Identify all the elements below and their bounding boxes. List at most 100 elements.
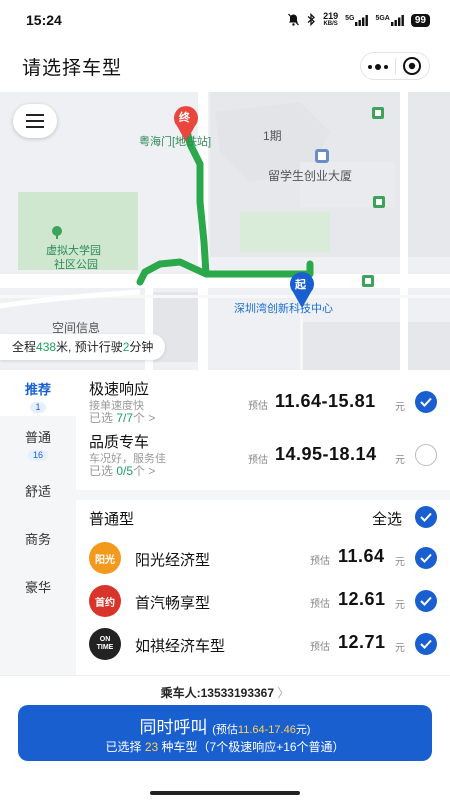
check-icon bbox=[420, 639, 432, 649]
sub-car-name: 首汽畅享型 bbox=[135, 595, 211, 612]
price-unit: 元 bbox=[395, 402, 405, 413]
signal-bars-icon bbox=[390, 14, 404, 26]
net-speed-value: 219 bbox=[323, 11, 339, 21]
select-all-label[interactable]: 全选 bbox=[372, 508, 402, 529]
net-speed-unit: KB/S bbox=[323, 21, 338, 27]
sub-car-price: 12.61 bbox=[338, 589, 386, 609]
section-divider bbox=[76, 490, 450, 500]
checkbox-checked[interactable] bbox=[415, 633, 437, 655]
sub-car-price: 12.71 bbox=[338, 632, 386, 652]
bus-icon bbox=[373, 195, 385, 213]
map-label-building: 留学生创业大厦 bbox=[268, 169, 353, 183]
route-info-suffix: 分钟 bbox=[129, 340, 154, 354]
check-icon bbox=[420, 553, 432, 563]
nav-item-comfort[interactable]: 舒适 bbox=[0, 481, 76, 500]
passenger-phone: 13533193367 bbox=[200, 686, 275, 700]
check-icon bbox=[420, 397, 432, 407]
check-icon bbox=[420, 512, 432, 522]
call-button-line1: 同时呼叫 (预估11.64-17.46元) bbox=[18, 713, 432, 738]
sub-car-price: 11.64 bbox=[338, 546, 385, 566]
nav-item-recommend[interactable]: 推荐 1 bbox=[0, 370, 76, 416]
price-unit: 元 bbox=[395, 643, 405, 654]
passenger-label: 乘车人: bbox=[160, 686, 201, 700]
call-est-suffix: 元) bbox=[295, 724, 311, 736]
map-menu-button[interactable] bbox=[13, 104, 57, 138]
passenger-selector[interactable]: 乘车人:13533193367 〉 bbox=[0, 684, 450, 701]
est-label: 预估 bbox=[310, 642, 330, 653]
selected-type-count: 23 bbox=[144, 740, 159, 754]
call-est-range: 11.64-17.46 bbox=[237, 724, 296, 736]
car-selected-count[interactable]: 已选 7/7个 > bbox=[89, 409, 155, 426]
status-time: 15:24 bbox=[26, 12, 62, 28]
call-label: 同时呼叫 bbox=[139, 718, 208, 737]
car-selected-count[interactable]: 已选 0/5个 > bbox=[89, 462, 155, 479]
menu-icon bbox=[26, 114, 44, 128]
checkbox-checked[interactable] bbox=[415, 547, 437, 569]
est-label: 预估 bbox=[310, 556, 330, 567]
route-distance: 438 bbox=[36, 340, 57, 354]
selected-prefix: 已选择 bbox=[105, 740, 142, 754]
car-name: 品质专车 bbox=[89, 434, 150, 451]
price-unit: 元 bbox=[395, 557, 405, 568]
group-title-normal: 普通型 bbox=[89, 511, 135, 528]
selected-count-value: 0/5 bbox=[116, 464, 134, 478]
brand-logo-ontime: ON TIME bbox=[89, 628, 121, 660]
selected-suffix: 个 > bbox=[133, 464, 156, 478]
nav-item-normal[interactable]: 普通 16 bbox=[0, 427, 76, 461]
call-car-button[interactable]: 同时呼叫 (预估11.64-17.46元) 已选择 23 种车型（7个极速响应+… bbox=[18, 705, 432, 761]
signal2-label: 5GA bbox=[375, 14, 390, 22]
check-icon bbox=[420, 596, 432, 606]
price-unit: 元 bbox=[395, 455, 405, 466]
brand-logo-shouyue: 首约 bbox=[89, 585, 121, 617]
battery-indicator: 99 bbox=[410, 13, 430, 27]
route-map[interactable]: 终 起 粤海门[地铁站] 1期 留学生创业大厦 虚拟大学园 社区公园 空间信息 … bbox=[0, 92, 450, 370]
target-close-icon bbox=[403, 57, 422, 75]
home-indicator[interactable] bbox=[150, 791, 300, 795]
sub-car-name: 阳光经济型 bbox=[135, 552, 211, 569]
nav-item-luxury[interactable]: 豪华 bbox=[0, 577, 76, 596]
mini-program-capsule bbox=[360, 52, 430, 80]
nav-count-recommend: 1 bbox=[30, 402, 46, 413]
est-label: 预估 bbox=[310, 599, 330, 610]
checkbox-checked[interactable] bbox=[415, 590, 437, 612]
map-label-tech-center: 深圳湾创新科技中心 bbox=[234, 303, 333, 315]
nav-label-normal: 普通 bbox=[24, 430, 51, 445]
more-options-button[interactable] bbox=[361, 57, 395, 75]
selected-suffix: 个 > bbox=[133, 411, 156, 425]
nav-label-comfort: 舒适 bbox=[24, 484, 51, 499]
checkbox-checked[interactable] bbox=[415, 391, 437, 413]
chevron-right-icon: 〉 bbox=[274, 686, 290, 700]
close-mini-program-button[interactable] bbox=[396, 56, 429, 76]
bus-icon bbox=[372, 106, 384, 124]
sub-car-option[interactable]: 首约 首汽畅享型 预估 12.61 元 bbox=[76, 582, 450, 626]
car-option-premium[interactable]: 品质专车 车况好，服务佳 已选 0/5个 > 预估 14.95-18.14 元 bbox=[76, 428, 450, 488]
signal-5ga: 5GA bbox=[375, 14, 404, 26]
selected-count-value: 7/7 bbox=[116, 411, 134, 425]
route-info-mid: 米, 预计行驶 bbox=[56, 340, 123, 354]
page-title: 请选择车型 bbox=[22, 57, 123, 79]
nav-label-luxury: 豪华 bbox=[24, 580, 51, 595]
status-icons: 219 KB/S 5G 5GA 99 bbox=[287, 12, 430, 28]
end-marker-label: 终 bbox=[179, 112, 190, 124]
category-nav: 推荐 1 普通 16 舒适 商务 豪华 bbox=[0, 370, 76, 675]
selected-prefix: 已选 bbox=[89, 411, 114, 425]
status-bar: 15:24 219 KB/S 5G 5GA 99 bbox=[0, 0, 450, 40]
brand-logo-yangguang: 阳光 bbox=[89, 542, 121, 574]
car-option-express[interactable]: 极速响应 接单速度快 已选 7/7个 > 预估 11.64-15.81 元 bbox=[76, 370, 450, 428]
signal1-label: 5G bbox=[345, 14, 355, 22]
nav-label-business: 商务 bbox=[24, 532, 51, 547]
order-footer: 乘车人:13533193367 〉 同时呼叫 (预估11.64-17.46元) … bbox=[0, 675, 450, 800]
map-label-phase: 1期 bbox=[263, 129, 282, 143]
checkbox-unchecked[interactable] bbox=[415, 444, 437, 466]
map-label-park-line2: 社区公园 bbox=[54, 259, 98, 271]
route-info-banner: 全程438米, 预计行驶2分钟 bbox=[0, 334, 166, 360]
more-dots-icon bbox=[368, 64, 388, 70]
sub-car-name: 如祺经济车型 bbox=[135, 638, 226, 655]
title-bar: 请选择车型 bbox=[0, 40, 450, 92]
select-all-checkbox[interactable] bbox=[415, 506, 437, 528]
nav-item-business[interactable]: 商务 bbox=[0, 529, 76, 548]
sub-car-option[interactable]: 阳光 阳光经济型 预估 11.64 元 bbox=[76, 538, 450, 582]
nav-count-normal: 16 bbox=[27, 450, 48, 461]
signal-5g: 5G bbox=[345, 14, 369, 26]
sub-car-option[interactable]: ON TIME 如祺经济车型 预估 12.71 元 bbox=[76, 626, 450, 670]
